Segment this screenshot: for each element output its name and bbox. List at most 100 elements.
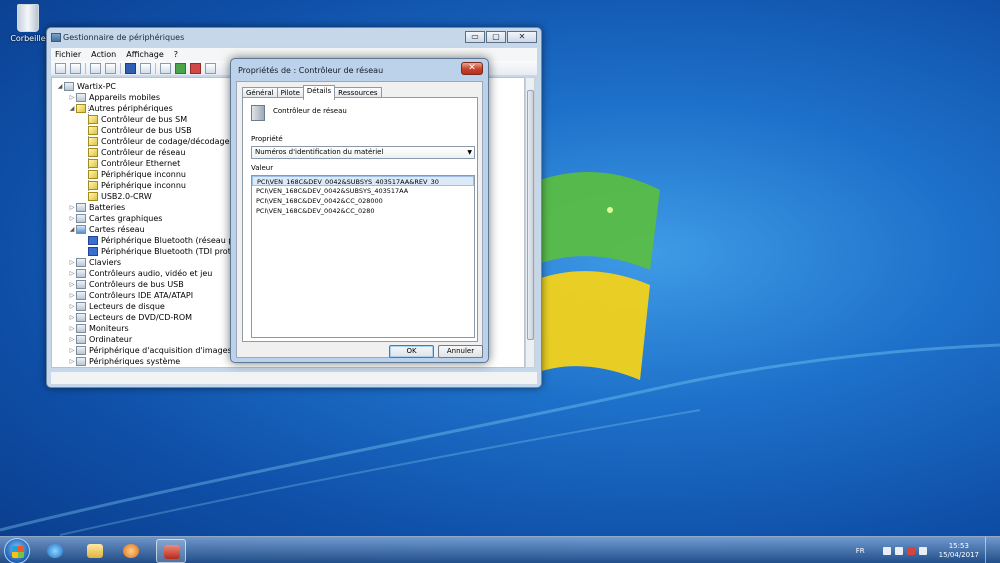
collapse-arrow-icon[interactable]: ▷ xyxy=(68,268,76,279)
flag-icon[interactable] xyxy=(882,546,891,555)
list-item[interactable]: PCI\VEN_168C&DEV_0042&CC_0280 xyxy=(252,206,474,216)
tree-item-usb-crw[interactable]: USB2.0-CRW xyxy=(88,191,152,202)
tree-item-dvd-drives[interactable]: ▷ Lecteurs de DVD/CD-ROM xyxy=(68,312,192,323)
ie-icon xyxy=(47,544,63,558)
menu-action[interactable]: Action xyxy=(91,50,116,59)
dialog-title: Propriétés de : Contrôleur de réseau xyxy=(238,66,384,75)
taskbar-explorer[interactable] xyxy=(80,539,110,563)
collapse-arrow-icon[interactable]: ▷ xyxy=(68,202,76,213)
desktop-recycle-bin[interactable]: Corbeille xyxy=(8,4,48,43)
tree-item-usb-bus-controller[interactable]: Contrôleur de bus USB xyxy=(88,125,192,136)
close-button[interactable]: ✕ xyxy=(507,31,537,43)
clock[interactable]: 15:53 15/04/2017 xyxy=(939,542,979,560)
tab-details[interactable]: Détails xyxy=(302,85,336,100)
tree-item-audio[interactable]: ▷ Contrôleurs audio, vidéo et jeu xyxy=(68,268,212,279)
window-titlebar[interactable]: Gestionnaire de périphériques ▭ ▢ ✕ xyxy=(47,28,541,48)
view-icon[interactable] xyxy=(140,62,151,74)
maximize-button[interactable]: ▢ xyxy=(486,31,506,43)
update-driver-icon[interactable] xyxy=(175,62,186,74)
tree-item-label: Cartes graphiques xyxy=(89,214,163,223)
tree-item-disk-drives[interactable]: ▷ Lecteurs de disque xyxy=(68,301,165,312)
list-item[interactable]: PCI\VEN_168C&DEV_0042&SUBSYS_403517AA xyxy=(252,186,474,196)
tree-item-label: Contrôleur Ethernet xyxy=(101,159,181,168)
ok-button[interactable]: OK xyxy=(389,345,434,358)
windows-logo-wallpaper xyxy=(530,172,660,380)
collapse-arrow-icon[interactable]: ▷ xyxy=(68,92,76,103)
start-button[interactable] xyxy=(4,538,30,563)
tree-item-label: Contrôleurs IDE ATA/ATAPI xyxy=(89,291,194,300)
dialog-close-button[interactable]: ✕ xyxy=(461,62,483,75)
scan-hardware-icon[interactable] xyxy=(160,62,171,74)
minimize-button[interactable]: ▭ xyxy=(465,31,485,43)
details-tab-page: Contrôleur de réseau Propriété Numéros d… xyxy=(242,97,478,342)
audio-icon xyxy=(76,269,86,278)
collapse-arrow-icon[interactable]: ▷ xyxy=(68,279,76,290)
taskbar-ie[interactable] xyxy=(40,539,70,563)
expand-arrow-icon[interactable]: ◢ xyxy=(68,224,76,235)
tree-item-computer[interactable]: ▷ Ordinateur xyxy=(68,334,132,345)
expand-arrow-icon[interactable]: ◢ xyxy=(68,103,76,114)
tree-item-label: Lecteurs de disque xyxy=(89,302,165,311)
tree-item-pci-codec[interactable]: Contrôleur de codage/décodage PCI xyxy=(88,136,245,147)
tree-item-system-devices[interactable]: ▷ Périphériques système xyxy=(68,356,180,367)
cancel-button[interactable]: Annuler xyxy=(438,345,483,358)
menu-view[interactable]: Affichage xyxy=(126,50,164,59)
tree-item-ide[interactable]: ▷ Contrôleurs IDE ATA/ATAPI xyxy=(68,290,193,301)
taskbar-media-player[interactable] xyxy=(116,539,146,563)
collapse-arrow-icon[interactable]: ▷ xyxy=(68,213,76,224)
list-item[interactable]: PCI\VEN_168C&DEV_0042&CC_028000 xyxy=(252,196,474,206)
tree-item-network-controller[interactable]: Contrôleur de réseau xyxy=(88,147,185,158)
value-list[interactable]: PCI\VEN_168C&DEV_0042&SUBSYS_403517AA&RE… xyxy=(251,175,475,338)
collapse-arrow-icon[interactable]: ▷ xyxy=(68,301,76,312)
collapse-arrow-icon[interactable]: ▷ xyxy=(68,356,76,367)
forward-icon[interactable] xyxy=(70,62,81,74)
properties-icon[interactable] xyxy=(105,62,116,74)
tree-item-batteries[interactable]: ▷ Batteries xyxy=(68,202,125,213)
tree-root[interactable]: ◢ Wartix-PC xyxy=(56,81,116,92)
expand-arrow-icon[interactable]: ◢ xyxy=(56,81,64,92)
tree-item-monitors[interactable]: ▷ Moniteurs xyxy=(68,323,129,334)
tree-item-sm-bus[interactable]: Contrôleur de bus SM xyxy=(88,114,187,125)
tree-item-usb-controllers[interactable]: ▷ Contrôleurs de bus USB xyxy=(68,279,184,290)
taskbar-device-manager[interactable] xyxy=(156,539,186,563)
console-tree-icon[interactable] xyxy=(90,62,101,74)
display-adapter-icon xyxy=(76,214,86,223)
collapse-arrow-icon[interactable]: ▷ xyxy=(68,345,76,356)
menu-help[interactable]: ? xyxy=(174,50,178,59)
tree-item-other-devices[interactable]: ◢ Autres périphériques xyxy=(68,103,173,114)
tree-item-label: Contrôleur de codage/décodage PCI xyxy=(101,137,245,146)
disable-icon[interactable] xyxy=(205,62,216,74)
list-item[interactable]: PCI\VEN_168C&DEV_0042&SUBSYS_403517AA&RE… xyxy=(252,176,474,186)
collapse-arrow-icon[interactable]: ▷ xyxy=(68,323,76,334)
language-indicator[interactable]: FR xyxy=(856,547,865,555)
device-warning-icon[interactable] xyxy=(906,546,915,555)
tree-item-imaging[interactable]: ▷ Périphérique d'acquisition d'images xyxy=(68,345,232,356)
computer-icon xyxy=(64,82,74,91)
tree-item-label: Contrôleur de bus SM xyxy=(101,115,188,124)
back-icon[interactable] xyxy=(55,62,66,74)
keyboard-icon xyxy=(76,258,86,267)
tree-item-display-adapters[interactable]: ▷ Cartes graphiques xyxy=(68,213,162,224)
uninstall-icon[interactable] xyxy=(190,62,201,74)
clock-time: 15:53 xyxy=(948,541,969,550)
collapse-arrow-icon[interactable]: ▷ xyxy=(68,257,76,268)
scrollbar-thumb[interactable] xyxy=(527,90,534,340)
volume-icon[interactable] xyxy=(918,546,927,555)
show-desktop-button[interactable] xyxy=(985,537,994,563)
help-icon[interactable] xyxy=(125,62,136,74)
network-icon[interactable] xyxy=(894,546,903,555)
tree-item-unknown-device-2[interactable]: Périphérique inconnu xyxy=(88,180,186,191)
property-select[interactable]: Numéros d'identification du matériel ▼ xyxy=(251,146,475,159)
menu-file[interactable]: Fichier xyxy=(55,50,81,59)
vertical-scrollbar[interactable] xyxy=(525,77,535,368)
desktop-icon-label: Corbeille xyxy=(10,34,46,43)
tree-item-unknown-device-1[interactable]: Périphérique inconnu xyxy=(88,169,186,180)
tree-item-keyboards[interactable]: ▷ Claviers xyxy=(68,257,121,268)
collapse-arrow-icon[interactable]: ▷ xyxy=(68,290,76,301)
collapse-arrow-icon[interactable]: ▷ xyxy=(68,312,76,323)
warning-device-icon xyxy=(76,104,86,113)
tree-item-network-adapters[interactable]: ◢ Cartes réseau xyxy=(68,224,145,235)
tree-item-mobile-devices[interactable]: ▷ Appareils mobiles xyxy=(68,92,160,103)
tree-item-ethernet-controller[interactable]: Contrôleur Ethernet xyxy=(88,158,180,169)
collapse-arrow-icon[interactable]: ▷ xyxy=(68,334,76,345)
